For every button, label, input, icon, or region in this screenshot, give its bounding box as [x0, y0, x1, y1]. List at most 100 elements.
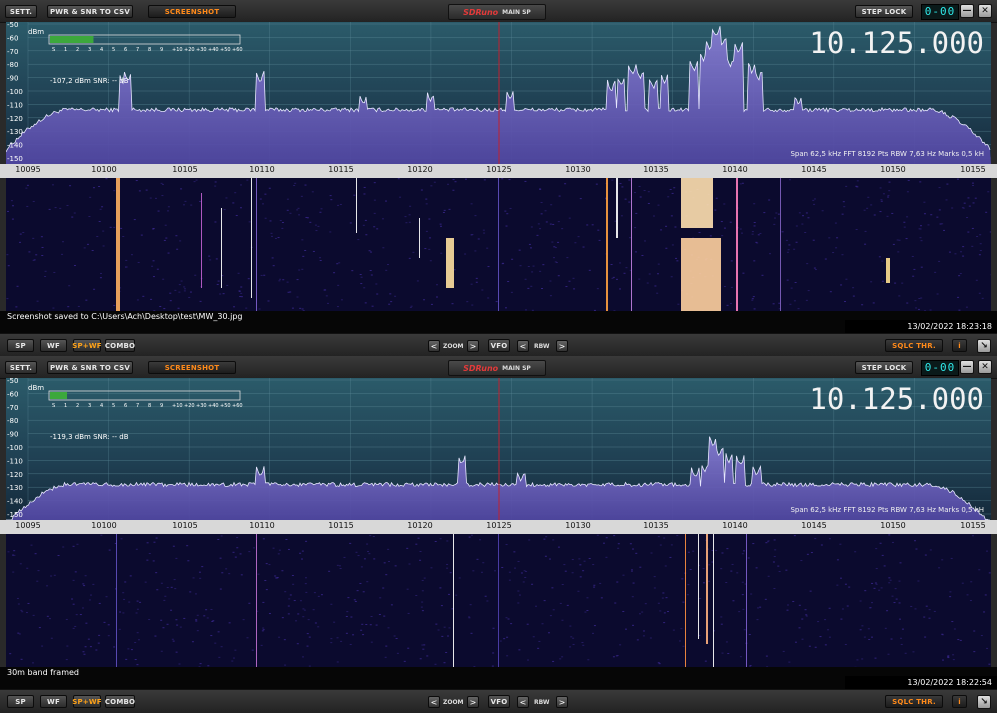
noise-speck: [918, 298, 920, 299]
noise-speck: [795, 282, 797, 283]
zoom-out-button[interactable]: <: [428, 340, 440, 352]
noise-speck: [99, 221, 101, 222]
noise-speck: [302, 608, 304, 609]
spectrum-display[interactable]: -50-60-70-80-90-100-110-120-130-140-150 …: [6, 22, 991, 164]
spectrum-display[interactable]: -50-60-70-80-90-100-110-120-130-140-150 …: [6, 378, 991, 520]
noise-speck: [502, 263, 504, 264]
noise-speck: [875, 582, 877, 583]
wf-mode-button[interactable]: WF: [40, 339, 67, 352]
noise-speck: [374, 182, 376, 183]
noise-speck: [639, 613, 641, 614]
noise-speck: [774, 556, 776, 557]
noise-speck: [373, 558, 375, 559]
rbw-increase-button[interactable]: >: [556, 340, 568, 352]
screenshot-button[interactable]: SCREENSHOT: [148, 361, 236, 374]
noise-speck: [174, 588, 176, 589]
noise-speck: [941, 634, 943, 635]
rbw-decrease-button[interactable]: <: [517, 696, 529, 708]
step-lock-button[interactable]: STEP LOCK: [855, 361, 913, 374]
noise-speck: [84, 247, 86, 248]
wf-mode-button[interactable]: WF: [40, 695, 67, 708]
zoom-out-button[interactable]: <: [428, 696, 440, 708]
zoom-in-button[interactable]: >: [467, 696, 479, 708]
noise-speck: [972, 185, 974, 186]
noise-speck: [508, 619, 510, 620]
noise-speck: [960, 273, 962, 274]
combo-mode-button[interactable]: COMBO: [105, 339, 135, 352]
screenshot-button[interactable]: SCREENSHOT: [148, 5, 236, 18]
rbw-increase-button[interactable]: >: [556, 696, 568, 708]
sqlc-threshold-button[interactable]: SQLC THR.: [885, 339, 943, 352]
sp-mode-button[interactable]: SP: [7, 695, 34, 708]
expand-icon[interactable]: ↘: [977, 695, 991, 709]
db-label: -60: [7, 390, 18, 398]
settings-button[interactable]: SETT.: [5, 5, 37, 18]
minimize-button[interactable]: —: [960, 4, 974, 18]
sp-wf-mode-button[interactable]: SP+WF: [73, 339, 101, 352]
frequency-axis: 10095 10100 10105 10110 10115 10120 1012…: [0, 164, 997, 178]
noise-speck: [297, 297, 299, 298]
combo-mode-button[interactable]: COMBO: [105, 695, 135, 708]
sp-mode-button[interactable]: SP: [7, 339, 34, 352]
meter-scale-label: 9: [160, 403, 163, 409]
info-button[interactable]: i: [952, 695, 967, 708]
freq-tick: 10135: [643, 521, 668, 530]
noise-speck: [641, 612, 643, 613]
noise-speck: [894, 602, 896, 603]
noise-speck: [153, 560, 155, 561]
noise-speck: [973, 651, 975, 652]
noise-speck: [82, 651, 84, 652]
sp-wf-mode-button[interactable]: SP+WF: [73, 695, 101, 708]
pwr-snr-csv-button[interactable]: PWR & SNR TO CSV: [47, 5, 133, 18]
noise-speck: [971, 246, 973, 247]
waterfall-display[interactable]: [6, 534, 991, 667]
noise-speck: [226, 285, 228, 286]
frequency-display[interactable]: 10.125.000: [809, 26, 984, 60]
noise-speck: [742, 594, 744, 595]
noise-speck: [732, 564, 734, 565]
freq-tick: 10120: [407, 521, 432, 530]
noise-speck: [619, 262, 621, 263]
noise-speck: [632, 596, 634, 597]
noise-speck: [806, 263, 808, 264]
vfo-button[interactable]: VFO: [488, 339, 510, 352]
minimize-button[interactable]: —: [960, 360, 974, 374]
settings-button[interactable]: SETT.: [5, 361, 37, 374]
noise-speck: [881, 261, 883, 262]
noise-speck: [262, 203, 264, 204]
noise-speck: [658, 603, 660, 604]
noise-speck: [814, 538, 816, 539]
frequency-display[interactable]: 10.125.000: [809, 382, 984, 416]
pwr-snr-csv-button[interactable]: PWR & SNR TO CSV: [47, 361, 133, 374]
noise-speck: [506, 544, 508, 545]
close-button[interactable]: ✕: [978, 4, 992, 18]
noise-speck: [376, 294, 378, 295]
noise-speck: [137, 609, 139, 610]
rbw-decrease-button[interactable]: <: [517, 340, 529, 352]
vfo-button[interactable]: VFO: [488, 695, 510, 708]
sqlc-threshold-button[interactable]: SQLC THR.: [885, 695, 943, 708]
noise-speck: [71, 599, 73, 600]
noise-speck: [947, 655, 949, 656]
meter-scale-label: 1: [64, 403, 67, 409]
noise-speck: [611, 264, 613, 265]
waterfall-display[interactable]: [6, 178, 991, 311]
zoom-in-button[interactable]: >: [467, 340, 479, 352]
bottom-toolbar: SP WF SP+WF COMBO < ZOOM > VFO < RBW > S…: [0, 333, 997, 357]
noise-speck: [561, 656, 563, 657]
info-button[interactable]: i: [952, 339, 967, 352]
noise-speck: [46, 585, 48, 586]
noise-speck: [298, 270, 300, 271]
noise-speck: [131, 254, 133, 255]
noise-speck: [509, 572, 511, 573]
expand-icon[interactable]: ↘: [977, 339, 991, 353]
noise-speck: [136, 180, 138, 181]
noise-speck: [841, 254, 843, 255]
noise-speck: [219, 294, 221, 295]
noise-speck: [638, 279, 640, 280]
noise-speck: [426, 231, 428, 232]
noise-speck: [637, 639, 639, 640]
close-button[interactable]: ✕: [978, 360, 992, 374]
step-lock-button[interactable]: STEP LOCK: [855, 5, 913, 18]
noise-speck: [577, 591, 579, 592]
